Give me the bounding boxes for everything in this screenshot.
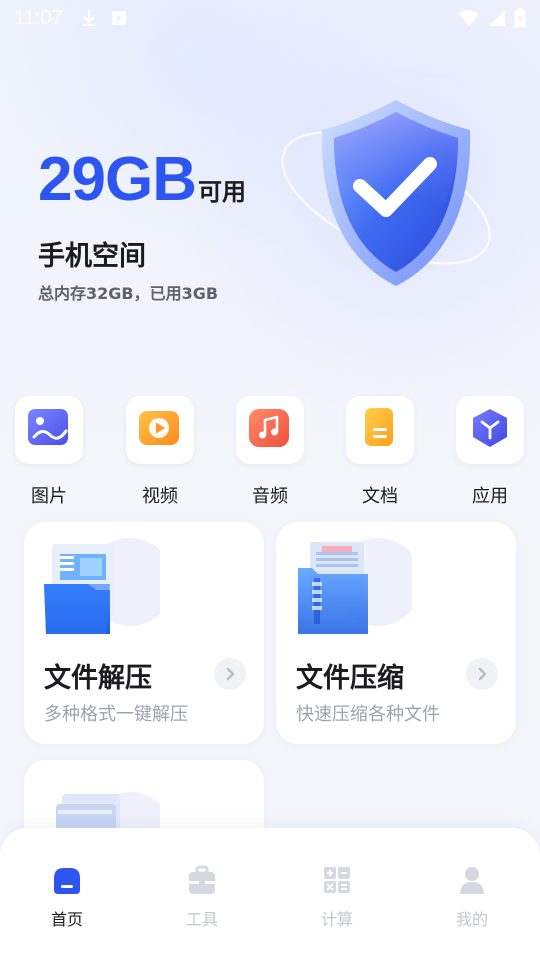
category-tile[interactable] xyxy=(236,396,304,464)
feature-title: 文件压缩 xyxy=(296,663,404,694)
status-time: 11:07 xyxy=(14,6,63,29)
nav-label: 首页 xyxy=(50,910,83,929)
chevron-right-icon[interactable] xyxy=(214,658,246,690)
folder-extract-icon xyxy=(40,538,174,638)
category-images[interactable]: 图片 xyxy=(13,396,85,508)
document-icon xyxy=(357,406,403,454)
storage-summary: 29GB 可用 xyxy=(38,144,246,215)
toolbox-icon xyxy=(187,864,217,896)
category-tile[interactable] xyxy=(346,396,414,464)
category-tile[interactable] xyxy=(126,396,194,464)
home-icon xyxy=(52,864,82,896)
storage-available-amount: 29GB xyxy=(38,145,197,214)
category-audio[interactable]: 音频 xyxy=(234,396,306,508)
nav-home[interactable]: 首页 xyxy=(27,864,107,930)
nav-label: 我的 xyxy=(455,910,488,929)
category-tile[interactable] xyxy=(15,396,83,464)
category-label: 视频 xyxy=(142,486,178,507)
storage-title: 手机空间 xyxy=(38,241,146,272)
calculator-icon xyxy=(322,864,352,896)
category-tile[interactable] xyxy=(456,396,524,464)
folder-compress-icon xyxy=(292,538,422,638)
image-icon xyxy=(26,407,72,453)
feature-title: 文件解压 xyxy=(44,663,152,694)
category-label: 图片 xyxy=(31,486,67,507)
nav-calculate[interactable]: 计算 xyxy=(297,864,377,930)
feature-subtitle: 多种格式一键解压 xyxy=(44,704,188,725)
music-icon xyxy=(247,407,293,453)
media-icon xyxy=(111,9,127,27)
storage-detail: 总内存32GB，已用3GB xyxy=(38,284,219,303)
storage-available-label: 可用 xyxy=(197,178,246,206)
category-videos[interactable]: 视频 xyxy=(124,396,196,508)
battery-icon xyxy=(514,8,526,28)
nav-profile[interactable]: 我的 xyxy=(432,864,512,930)
wifi-icon xyxy=(458,9,480,27)
status-bar: 11:07 xyxy=(0,0,540,36)
video-icon xyxy=(137,407,183,453)
category-label: 音频 xyxy=(252,486,288,507)
feature-card-extract[interactable]: 文件解压 多种格式一键解压 xyxy=(24,522,264,744)
nav-label: 工具 xyxy=(185,910,218,929)
category-documents[interactable]: 文档 xyxy=(344,396,416,508)
category-label: 文档 xyxy=(362,486,398,507)
category-label: 应用 xyxy=(472,486,508,507)
nav-label: 计算 xyxy=(320,910,353,929)
feature-card-compress[interactable]: 文件压缩 快速压缩各种文件 xyxy=(276,522,516,744)
category-apps[interactable]: 应用 xyxy=(454,396,526,508)
bottom-navigation: 首页 工具 计算 我的 xyxy=(0,828,540,960)
feature-subtitle: 快速压缩各种文件 xyxy=(296,704,440,725)
shield-check-icon xyxy=(276,72,518,308)
app-cube-icon xyxy=(467,406,513,454)
profile-icon xyxy=(457,864,487,896)
chevron-right-icon[interactable] xyxy=(466,658,498,690)
nav-tools[interactable]: 工具 xyxy=(162,864,242,930)
download-icon xyxy=(81,9,97,27)
signal-icon xyxy=(488,9,506,27)
